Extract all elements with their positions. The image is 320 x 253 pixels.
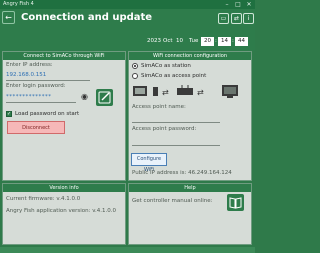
time-separator: :	[215, 38, 217, 44]
app-title: Angry Fish 4	[3, 1, 34, 7]
edit-icon	[98, 91, 111, 104]
manual-button[interactable]	[227, 194, 244, 211]
manual-text: Get controller manual online:	[132, 198, 213, 204]
password-input[interactable]: **************	[6, 94, 52, 100]
controller-icon	[133, 86, 147, 96]
connect-panel-title: Connect to SimACo through WiFi	[3, 52, 125, 60]
network-diagram: ⇄ ⇄	[133, 85, 238, 98]
version-panel-title: Version info	[3, 184, 125, 192]
date-month: Oct	[163, 38, 173, 44]
wifi-panel-title: WiFi connection configuration	[129, 52, 251, 60]
edit-button[interactable]	[96, 89, 113, 106]
password-underline	[6, 102, 76, 103]
book-icon	[229, 197, 242, 209]
router-icon	[177, 85, 193, 95]
station-label: SimACo as station	[141, 63, 191, 69]
date-weekday: Tue	[189, 38, 199, 44]
svg-text:⇄: ⇄	[197, 88, 204, 97]
ap-name-input[interactable]	[132, 122, 220, 123]
load-password-label: Load password on start	[15, 111, 80, 117]
page-title: Connection and update	[21, 12, 153, 23]
time-second: 44	[235, 37, 248, 46]
help-panel: Help Get controller manual online:	[128, 183, 252, 245]
configure-wifi-button[interactable]: Configure WiFi	[131, 153, 167, 173]
time-separator: :	[232, 38, 234, 44]
arrows-icon: ⇄	[197, 88, 204, 97]
version-panel: Version info Current firmware: v.4.1.0.0…	[2, 183, 126, 245]
date-year: 2023	[147, 38, 161, 44]
maximize-button[interactable]: □	[233, 0, 243, 9]
station-radio[interactable]	[132, 63, 138, 69]
access-point-label: SimACo as access point	[141, 73, 207, 79]
ip-underline	[6, 80, 90, 81]
ap-name-label: Access point name:	[132, 104, 186, 110]
date-day: 10	[176, 38, 183, 44]
password-label: Enter login password:	[6, 83, 66, 89]
svg-text:⇄: ⇄	[162, 88, 169, 97]
connect-panel: Connect to SimACo through WiFi Enter IP …	[2, 51, 126, 181]
close-button[interactable]: ✕	[244, 0, 254, 9]
monitor-icon[interactable]: ▭	[218, 13, 229, 24]
time-minute: 14	[218, 37, 231, 46]
phone-icon	[153, 87, 158, 96]
firmware-text: Current firmware: v.4.1.0.0	[6, 196, 81, 202]
ap-password-label: Access point password:	[132, 126, 197, 132]
computer-icon	[222, 85, 238, 98]
app-version-text: Angry Fish application version: v.4.1.0.…	[6, 208, 117, 214]
arrows-icon: ⇄	[162, 88, 169, 97]
time-hour: 20	[201, 37, 214, 46]
back-button[interactable]: ←	[2, 11, 15, 24]
info-icon[interactable]: i	[243, 13, 254, 24]
ip-label: Enter IP address:	[6, 62, 53, 68]
public-ip-text: Public IP address is: 46.249.164.124	[132, 170, 232, 176]
disconnect-button[interactable]: Disconnect	[7, 121, 65, 134]
page-header: ← Connection and update ▭ ⇄ i 2023 Oct 1…	[0, 9, 255, 51]
help-panel-title: Help	[129, 184, 251, 192]
back-arrow-icon: ←	[5, 13, 12, 22]
eye-icon[interactable]: ◉	[81, 92, 88, 101]
connection-icon[interactable]: ⇄	[231, 13, 242, 24]
ip-input[interactable]: 192.168.0.151	[6, 72, 46, 78]
minimize-button[interactable]: –	[222, 0, 232, 9]
ap-password-input[interactable]	[132, 145, 220, 146]
window-titlebar: Angry Fish 4 – □ ✕	[0, 0, 255, 9]
wifi-panel: WiFi connection configuration SimACo as …	[128, 51, 252, 181]
access-point-radio[interactable]	[132, 73, 138, 79]
load-password-checkbox[interactable]: ✓	[6, 111, 12, 117]
bottom-strip	[0, 247, 255, 253]
